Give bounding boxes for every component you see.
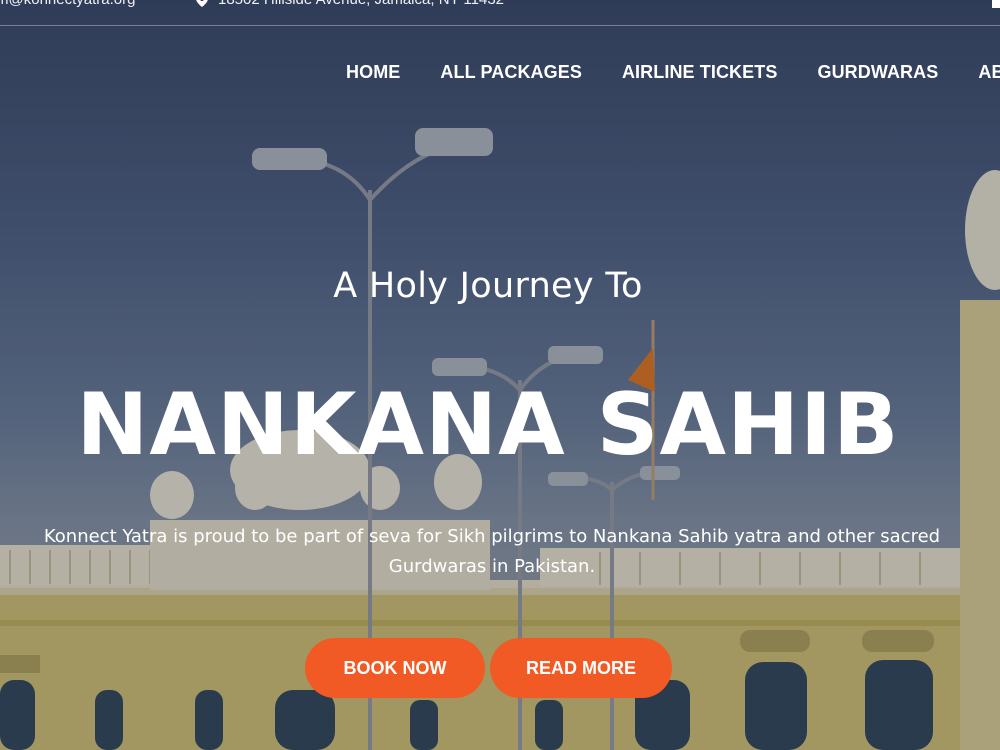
- hero-subtitle: A Holy Journey To: [333, 266, 643, 306]
- nav-gurdwaras[interactable]: GURDWARAS: [817, 62, 938, 83]
- contact-address: 18502 Hillside Avenue, Jamaica, NY 11432: [196, 0, 504, 8]
- book-now-button[interactable]: BOOK NOW: [305, 638, 485, 698]
- address-text: 18502 Hillside Avenue, Jamaica, NY 11432: [218, 0, 504, 8]
- nav-all-packages[interactable]: ALL PACKAGES: [440, 62, 582, 83]
- nav-about[interactable]: ABOU: [978, 62, 1000, 83]
- read-more-button[interactable]: READ MORE: [490, 638, 672, 698]
- main-nav: HOME ALL PACKAGES AIRLINE TICKETS GURDWA…: [346, 62, 1000, 83]
- contact-email[interactable]: m@konnectyatra.org: [0, 0, 135, 8]
- top-bar: m@konnectyatra.org 18502 Hillside Avenue…: [0, 0, 1000, 26]
- nav-airline-tickets[interactable]: AIRLINE TICKETS: [622, 62, 778, 83]
- nav-home[interactable]: HOME: [346, 62, 400, 83]
- hero-headline: NANKANA SAHIB: [76, 375, 900, 475]
- map-pin-icon: [196, 0, 208, 7]
- social-icon[interactable]: [992, 0, 1000, 8]
- hero-description: Konnect Yatra is proud to be part of sev…: [43, 526, 941, 577]
